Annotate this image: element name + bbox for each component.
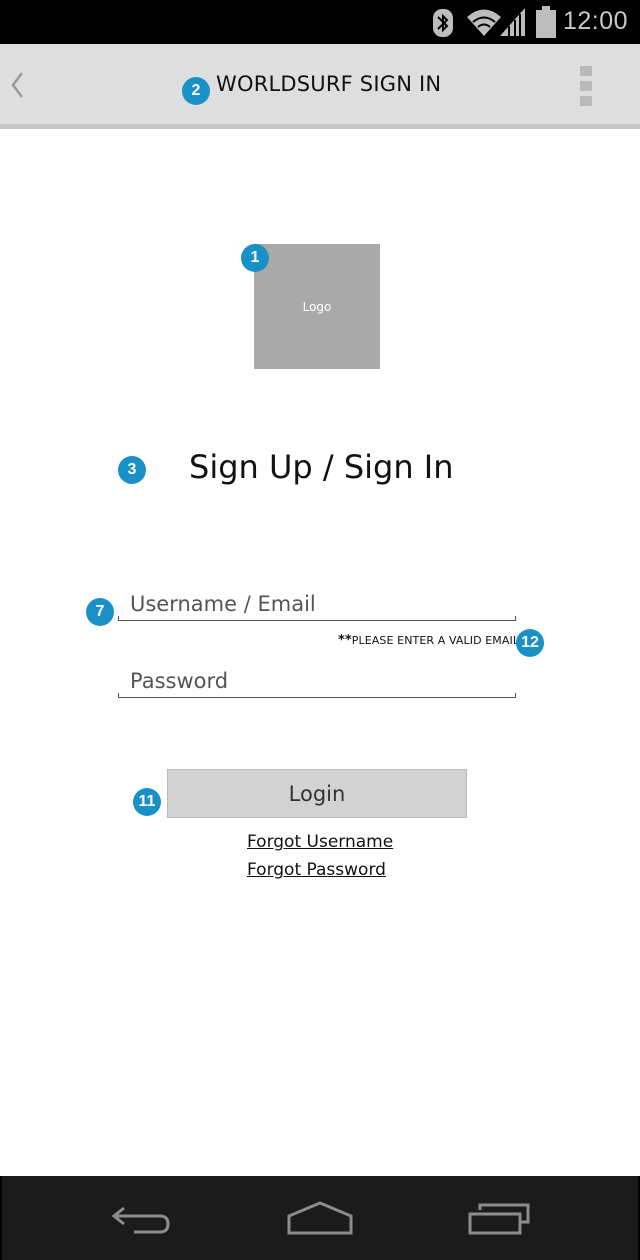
action-bar-divider (0, 124, 640, 129)
signal-icon (500, 8, 525, 36)
username-email-input[interactable] (118, 587, 516, 621)
annotation-badge-1: 1 (241, 244, 269, 272)
annotation-badge-2: 2 (182, 77, 210, 105)
annotation-badge-12: 12 (516, 629, 544, 657)
input-tick (515, 693, 516, 698)
email-validation-hint: **PLEASE ENTER A VALID EMAIL (338, 633, 520, 648)
bluetooth-icon (433, 9, 453, 37)
status-time: 12:00 (562, 7, 628, 35)
sign-in-heading: Sign Up / Sign In (189, 448, 454, 486)
annotation-badge-11: 11 (133, 788, 161, 816)
wifi-icon (467, 9, 501, 36)
battery-icon (536, 6, 556, 38)
input-tick (118, 693, 119, 698)
input-tick (515, 616, 516, 621)
recents-icon[interactable] (466, 1202, 532, 1236)
home-icon[interactable] (286, 1200, 354, 1236)
logo-label: Logo (302, 299, 332, 314)
annotation-badge-7: 7 (86, 598, 114, 626)
back-icon[interactable] (110, 1200, 174, 1236)
annotation-badge-3: 3 (118, 456, 146, 484)
overflow-menu-icon[interactable] (580, 66, 592, 106)
login-button[interactable]: Login (167, 769, 467, 818)
chevron-left-icon[interactable] (8, 70, 26, 100)
page-title: WORLDSURF SIGN IN (216, 72, 442, 96)
forgot-password-link[interactable]: Forgot Password (247, 860, 386, 880)
input-tick (118, 616, 119, 621)
logo-placeholder: Logo (254, 244, 380, 369)
password-input[interactable] (118, 664, 516, 698)
forgot-username-link[interactable]: Forgot Username (247, 832, 393, 852)
